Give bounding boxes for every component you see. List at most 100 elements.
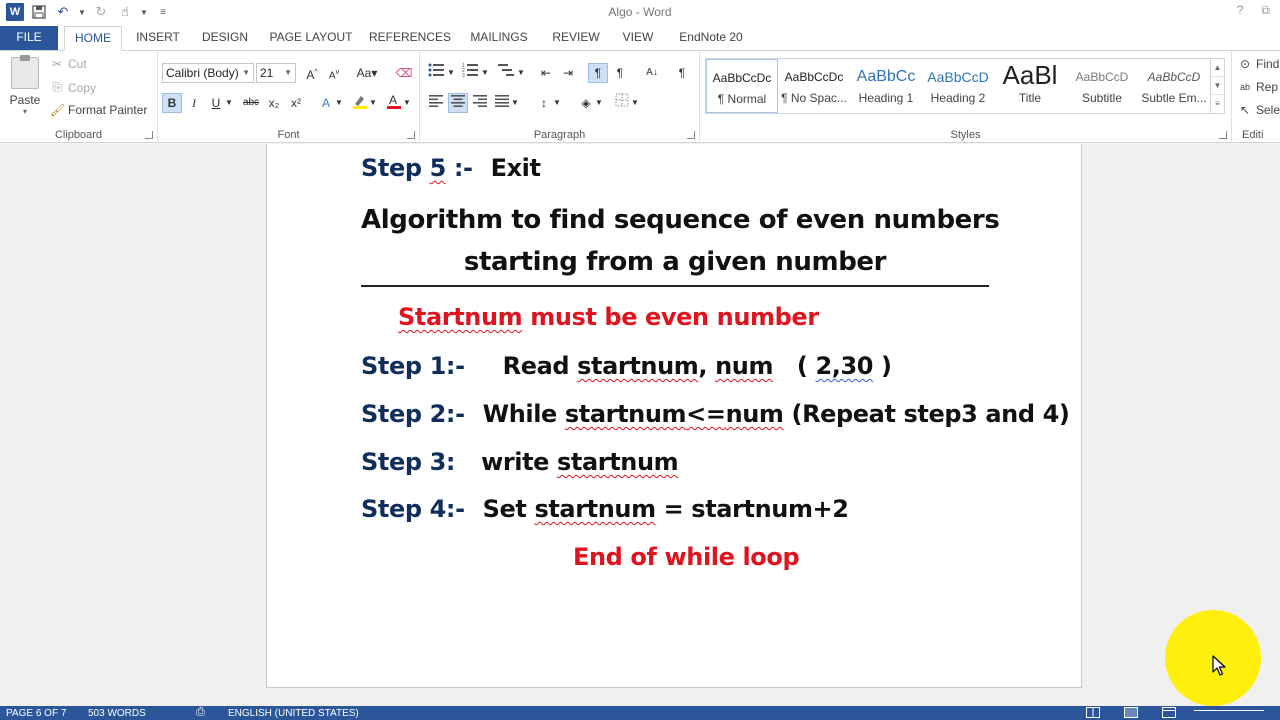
- step-text: = startnum+2: [655, 495, 849, 523]
- gallery-up-icon[interactable]: ▲: [1211, 59, 1224, 77]
- font-color-dropdown-icon[interactable]: ▼: [402, 93, 412, 113]
- underline-dropdown-icon[interactable]: ▼: [224, 93, 234, 113]
- underline-button[interactable]: U: [206, 93, 226, 113]
- tab-references[interactable]: REFERENCES: [368, 26, 452, 50]
- italic-button[interactable]: I: [184, 93, 204, 113]
- style-normal[interactable]: AaBbCcDc ¶ Normal: [706, 59, 778, 113]
- numbering-dropdown-icon[interactable]: ▼: [480, 63, 490, 83]
- ltr-text-direction-icon[interactable]: ¶: [588, 63, 608, 83]
- font-group: Calibri (Body) ▼ 21 ▼ A^ Av Aa▾ ⌫ B I U ▼ …: [158, 51, 420, 143]
- strikethrough-button[interactable]: abc: [238, 93, 264, 113]
- align-center-icon[interactable]: [448, 93, 468, 113]
- font-launcher-icon[interactable]: [407, 131, 415, 139]
- decrease-indent-icon[interactable]: ⇤: [536, 63, 556, 83]
- clipboard-launcher-icon[interactable]: [145, 131, 153, 139]
- style-subtle-emphasis[interactable]: AaBbCcD Subtle Em...: [1138, 59, 1210, 113]
- highlighter-icon[interactable]: [350, 93, 370, 113]
- read-mode-icon[interactable]: [1086, 707, 1100, 720]
- paste-dropdown-icon[interactable]: ▾: [8, 107, 42, 116]
- bullets-icon[interactable]: [426, 63, 446, 83]
- text-effects-icon[interactable]: A: [316, 93, 336, 113]
- borders-dropdown-icon[interactable]: ▼: [630, 93, 640, 113]
- align-right-icon[interactable]: [470, 93, 490, 113]
- proofing-icon[interactable]: ⎙: [196, 706, 205, 719]
- gallery-down-icon[interactable]: ▼: [1211, 77, 1224, 95]
- paragraph-launcher-icon[interactable]: [687, 131, 695, 139]
- step-variable: startnum: [557, 448, 679, 476]
- format-painter-button[interactable]: 🖌 Format Painter: [50, 103, 147, 117]
- language-indicator[interactable]: ENGLISH (UNITED STATES): [228, 708, 359, 719]
- gallery-more-icon[interactable]: ≡: [1211, 95, 1224, 113]
- line-spacing-icon[interactable]: ↕: [534, 93, 554, 113]
- copy-button[interactable]: ⎘ Copy: [50, 80, 96, 95]
- styles-launcher-icon[interactable]: [1219, 131, 1227, 139]
- algorithm-heading[interactable]: Algorithm to find sequence of even numbe…: [361, 199, 1000, 283]
- ribbon-display-icon[interactable]: ⧉: [1261, 3, 1270, 18]
- step-3-line[interactable]: Step 3: write startnum: [361, 448, 679, 476]
- justify-dropdown-icon[interactable]: ▼: [510, 93, 520, 113]
- justify-icon[interactable]: [492, 93, 512, 113]
- shading-icon[interactable]: ◈: [576, 93, 596, 113]
- document-page[interactable]: Step 5 :- Exit Algorithm to find sequence…: [266, 144, 1082, 688]
- font-size-dropdown[interactable]: 21 ▼: [256, 63, 296, 83]
- tab-insert[interactable]: INSERT: [132, 26, 184, 50]
- font-color-icon[interactable]: A: [384, 93, 404, 113]
- style-heading-1[interactable]: AaBbCc Heading 1: [850, 59, 922, 113]
- page-count[interactable]: PAGE 6 OF 7: [6, 708, 66, 719]
- multilevel-dropdown-icon[interactable]: ▼: [516, 63, 526, 83]
- find-button[interactable]: ⊙ Find: [1238, 57, 1279, 71]
- borders-icon[interactable]: [612, 93, 632, 113]
- style-name: Subtitle: [1081, 91, 1123, 105]
- rtl-text-direction-icon[interactable]: ¶: [610, 63, 630, 83]
- shading-dropdown-icon[interactable]: ▼: [594, 93, 604, 113]
- step-5-line[interactable]: Step 5 :- Exit: [361, 154, 541, 182]
- multilevel-list-icon[interactable]: [496, 63, 516, 83]
- style-title[interactable]: AaBl Title: [994, 59, 1066, 113]
- document-area[interactable]: Step 5 :- Exit Algorithm to find sequence…: [0, 144, 1280, 706]
- change-case-icon[interactable]: Aa▾: [352, 63, 382, 83]
- startnum-note[interactable]: Startnum must be even number: [398, 303, 819, 331]
- zoom-slider[interactable]: [1194, 710, 1264, 711]
- grow-font-icon[interactable]: A^: [302, 63, 322, 83]
- step-1-line[interactable]: Step 1:- Read startnum, num ( 2,30 ): [361, 352, 892, 380]
- shrink-font-icon[interactable]: Av: [324, 63, 344, 83]
- tab-file[interactable]: FILE: [0, 26, 58, 50]
- style-no-spacing[interactable]: AaBbCcDc ¶ No Spac...: [778, 59, 850, 113]
- editing-group-label: Editi: [1242, 129, 1264, 141]
- end-of-loop-text[interactable]: End of while loop: [573, 543, 800, 571]
- help-icon[interactable]: ?: [1237, 3, 1244, 18]
- bullets-dropdown-icon[interactable]: ▼: [446, 63, 456, 83]
- step-4-line[interactable]: Step 4:- Set startnum = startnum+2: [361, 495, 849, 523]
- tab-mailings[interactable]: MAILINGS: [464, 26, 534, 50]
- style-heading-2[interactable]: AaBbCcD Heading 2: [922, 59, 994, 113]
- align-left-icon[interactable]: [426, 93, 446, 113]
- font-name-dropdown[interactable]: Calibri (Body) ▼: [162, 63, 254, 83]
- step-2-line[interactable]: Step 2:- While startnum<=num (Repeat step…: [361, 400, 1070, 428]
- tab-review[interactable]: REVIEW: [546, 26, 606, 50]
- print-layout-icon[interactable]: [1124, 707, 1138, 720]
- replace-button[interactable]: ab Rep: [1238, 80, 1278, 94]
- paste-button[interactable]: Paste ▾: [8, 55, 42, 119]
- superscript-button[interactable]: x²: [286, 93, 306, 113]
- clear-formatting-icon[interactable]: ⌫: [394, 63, 414, 83]
- tab-page-layout[interactable]: PAGE LAYOUT: [266, 26, 356, 50]
- line-spacing-dropdown-icon[interactable]: ▼: [552, 93, 562, 113]
- increase-indent-icon[interactable]: ⇥: [558, 63, 578, 83]
- tab-home[interactable]: HOME: [64, 26, 122, 51]
- show-formatting-marks-icon[interactable]: ¶: [672, 63, 692, 83]
- tab-endnote[interactable]: EndNote 20: [672, 26, 750, 50]
- clipboard-group: Paste ▾ ✂ Cut ⎘ Copy 🖌 Format Painter Cl…: [0, 51, 158, 143]
- highlight-dropdown-icon[interactable]: ▼: [368, 93, 378, 113]
- tab-design[interactable]: DESIGN: [196, 26, 254, 50]
- word-count[interactable]: 503 WORDS: [88, 708, 146, 719]
- numbering-icon[interactable]: 123: [460, 63, 480, 83]
- select-button[interactable]: ↖ Sele: [1238, 103, 1280, 117]
- tab-view[interactable]: VIEW: [616, 26, 660, 50]
- cut-button[interactable]: ✂ Cut: [50, 57, 87, 71]
- sort-icon[interactable]: A↓: [642, 63, 662, 83]
- web-layout-icon[interactable]: [1162, 707, 1176, 720]
- subscript-button[interactable]: x₂: [264, 93, 284, 113]
- bold-button[interactable]: B: [162, 93, 182, 113]
- style-subtitle[interactable]: AaBbCcD Subtitle: [1066, 59, 1138, 113]
- text-effects-dropdown-icon[interactable]: ▼: [334, 93, 344, 113]
